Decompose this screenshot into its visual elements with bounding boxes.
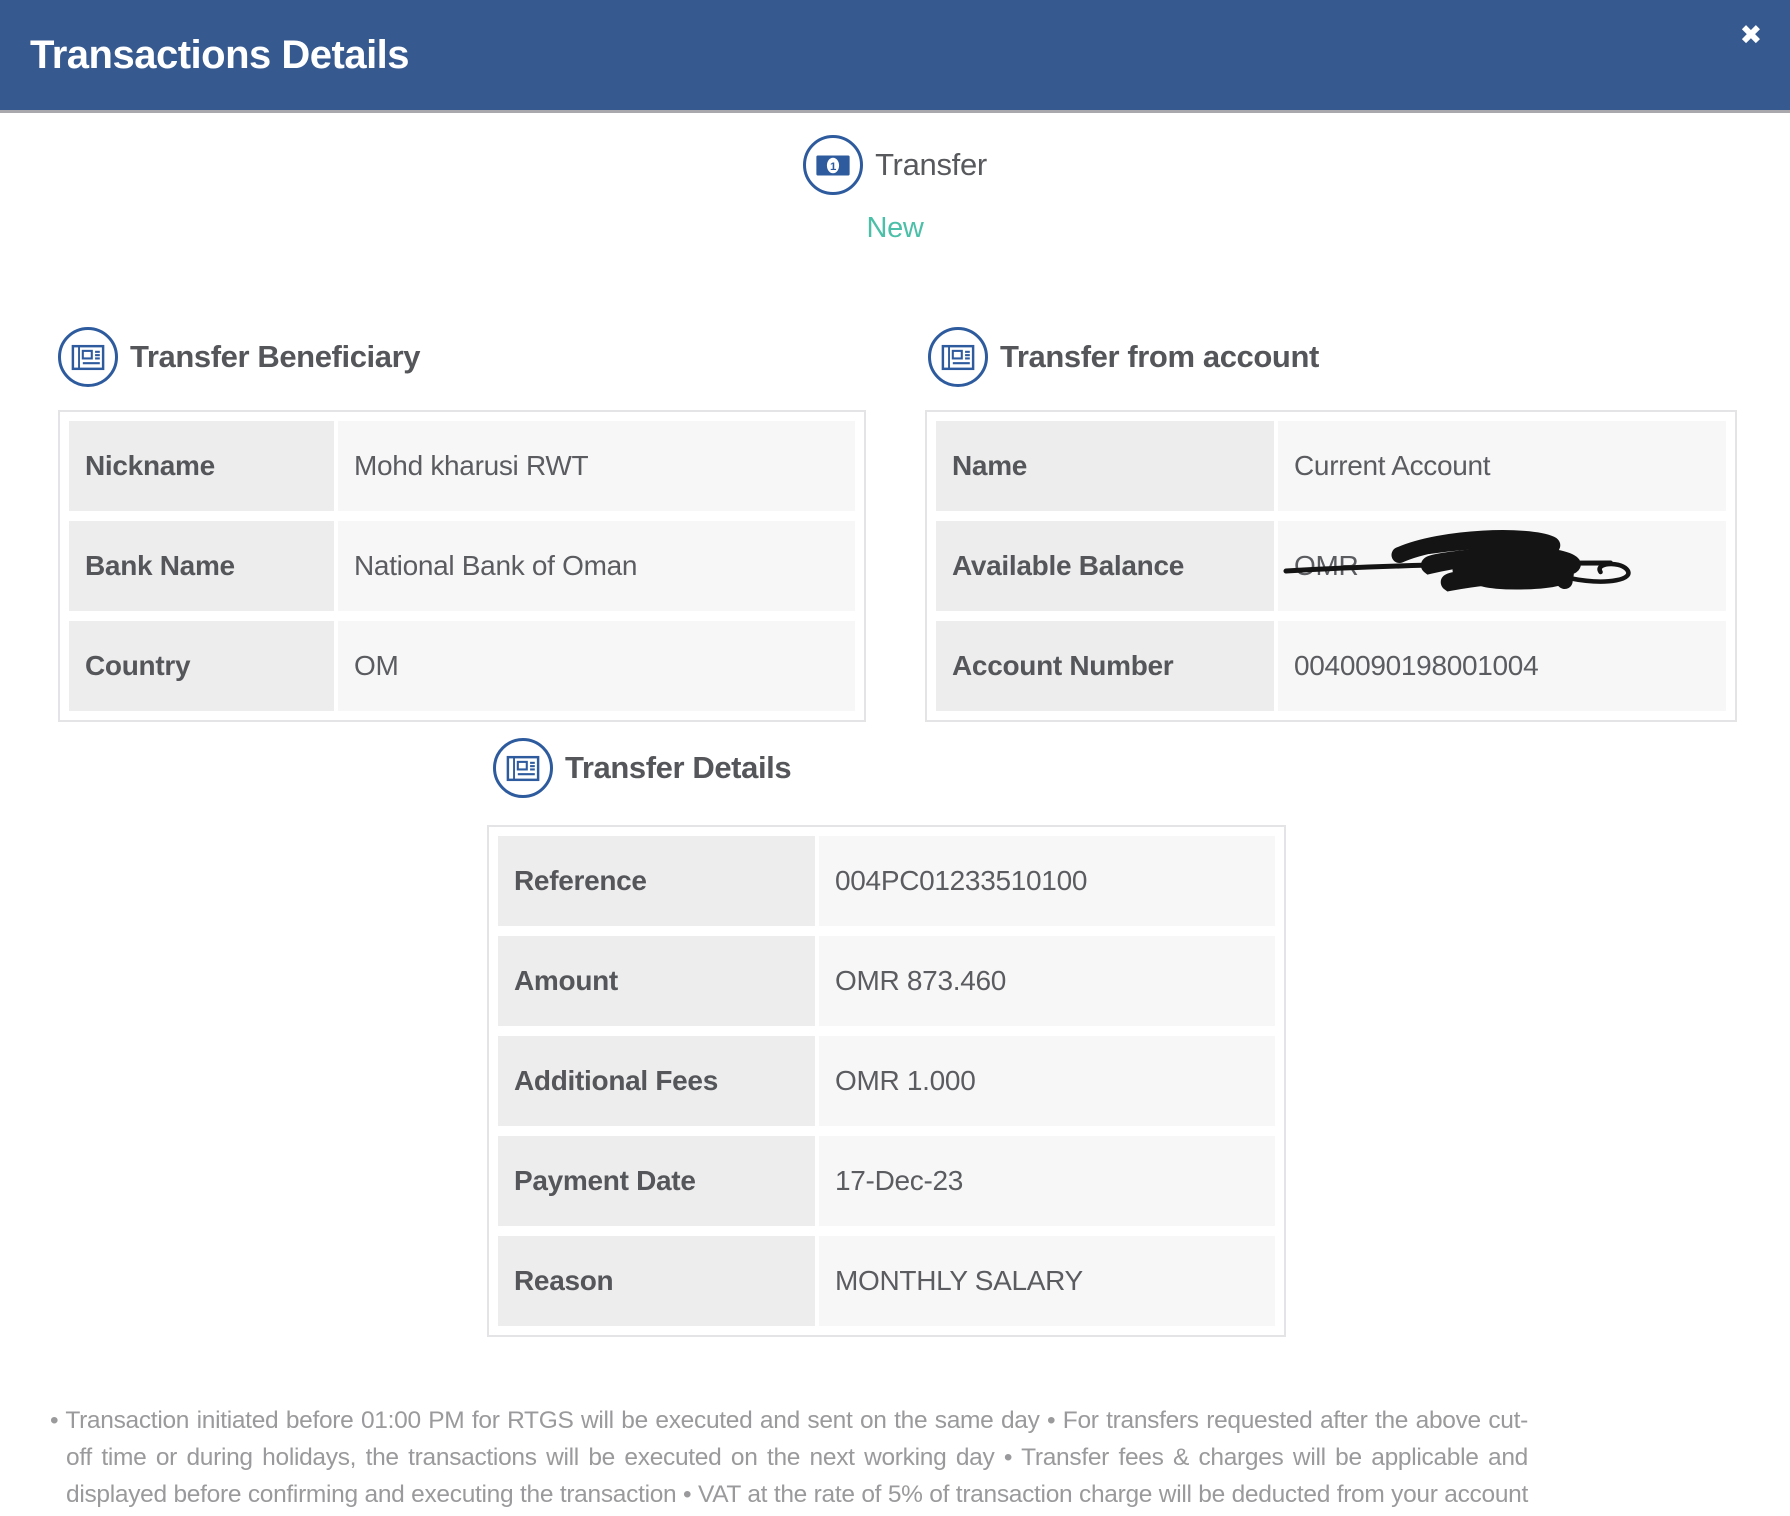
newspaper-icon bbox=[493, 738, 553, 798]
row-label: Reference bbox=[498, 836, 815, 926]
row-label: Additional Fees bbox=[498, 1036, 815, 1126]
transfer-details-table: Reference004PC01233510100AmountOMR 873.4… bbox=[487, 825, 1286, 1337]
newspaper-icon bbox=[928, 327, 988, 387]
section-header-details: Transfer Details bbox=[493, 735, 791, 801]
row-value: 004PC01233510100 bbox=[819, 836, 1275, 926]
banknote-icon: 1 bbox=[803, 135, 863, 195]
table-row: Additional FeesOMR 1.000 bbox=[498, 1036, 1275, 1126]
table-row: Payment Date17-Dec-23 bbox=[498, 1136, 1275, 1226]
row-value: MONTHLY SALARY bbox=[819, 1236, 1275, 1326]
table-row: AmountOMR 873.460 bbox=[498, 936, 1275, 1026]
transaction-type-label: Transfer bbox=[875, 147, 987, 183]
row-label: Bank Name bbox=[69, 521, 334, 611]
table-row: Account Number0040090198001004 bbox=[936, 621, 1726, 711]
transactions-details-modal: Transactions Details ✖ 1 Transfer New bbox=[0, 0, 1790, 1516]
footer-notes: • Transaction initiated before 01:00 PM … bbox=[50, 1402, 1528, 1516]
table-row: NameCurrent Account bbox=[936, 421, 1726, 511]
svg-text:1: 1 bbox=[830, 160, 837, 172]
row-value: 17-Dec-23 bbox=[819, 1136, 1275, 1226]
row-label: Reason bbox=[498, 1236, 815, 1326]
row-label: Name bbox=[936, 421, 1274, 511]
table-row: Available BalanceOMR bbox=[936, 521, 1726, 611]
row-label: Payment Date bbox=[498, 1136, 815, 1226]
row-label: Country bbox=[69, 621, 334, 711]
beneficiary-table: NicknameMohd kharusi RWTBank NameNationa… bbox=[58, 410, 866, 722]
section-title: Transfer Beneficiary bbox=[130, 339, 420, 375]
row-value: OMR bbox=[1278, 521, 1726, 611]
row-value: OM bbox=[338, 621, 855, 711]
row-label: Nickname bbox=[69, 421, 334, 511]
row-value: National Bank of Oman bbox=[338, 521, 855, 611]
table-row: CountryOM bbox=[69, 621, 855, 711]
row-label: Available Balance bbox=[936, 521, 1274, 611]
section-header-beneficiary: Transfer Beneficiary bbox=[58, 324, 420, 390]
from-account-table: NameCurrent AccountAvailable BalanceOMR … bbox=[925, 410, 1737, 722]
status-badge: New bbox=[0, 212, 1790, 245]
row-label: Account Number bbox=[936, 621, 1274, 711]
row-value: OMR 873.460 bbox=[819, 936, 1275, 1026]
section-title: Transfer Details bbox=[565, 750, 791, 786]
table-row: ReasonMONTHLY SALARY bbox=[498, 1236, 1275, 1326]
table-row: NicknameMohd kharusi RWT bbox=[69, 421, 855, 511]
redaction-scribble bbox=[1278, 521, 1726, 611]
row-value: OMR 1.000 bbox=[819, 1036, 1275, 1126]
table-row: Bank NameNational Bank of Oman bbox=[69, 521, 855, 611]
transaction-type-badge: 1 Transfer bbox=[0, 135, 1790, 195]
close-icon[interactable]: ✖ bbox=[1740, 22, 1762, 49]
table-row: Reference004PC01233510100 bbox=[498, 836, 1275, 926]
modal-header: Transactions Details ✖ bbox=[0, 0, 1790, 113]
row-value: 0040090198001004 bbox=[1278, 621, 1726, 711]
row-value: Current Account bbox=[1278, 421, 1726, 511]
modal-title: Transactions Details bbox=[0, 33, 409, 78]
section-header-from-account: Transfer from account bbox=[928, 324, 1319, 390]
newspaper-icon bbox=[58, 327, 118, 387]
section-title: Transfer from account bbox=[1000, 339, 1319, 375]
row-value: Mohd kharusi RWT bbox=[338, 421, 855, 511]
row-label: Amount bbox=[498, 936, 815, 1026]
